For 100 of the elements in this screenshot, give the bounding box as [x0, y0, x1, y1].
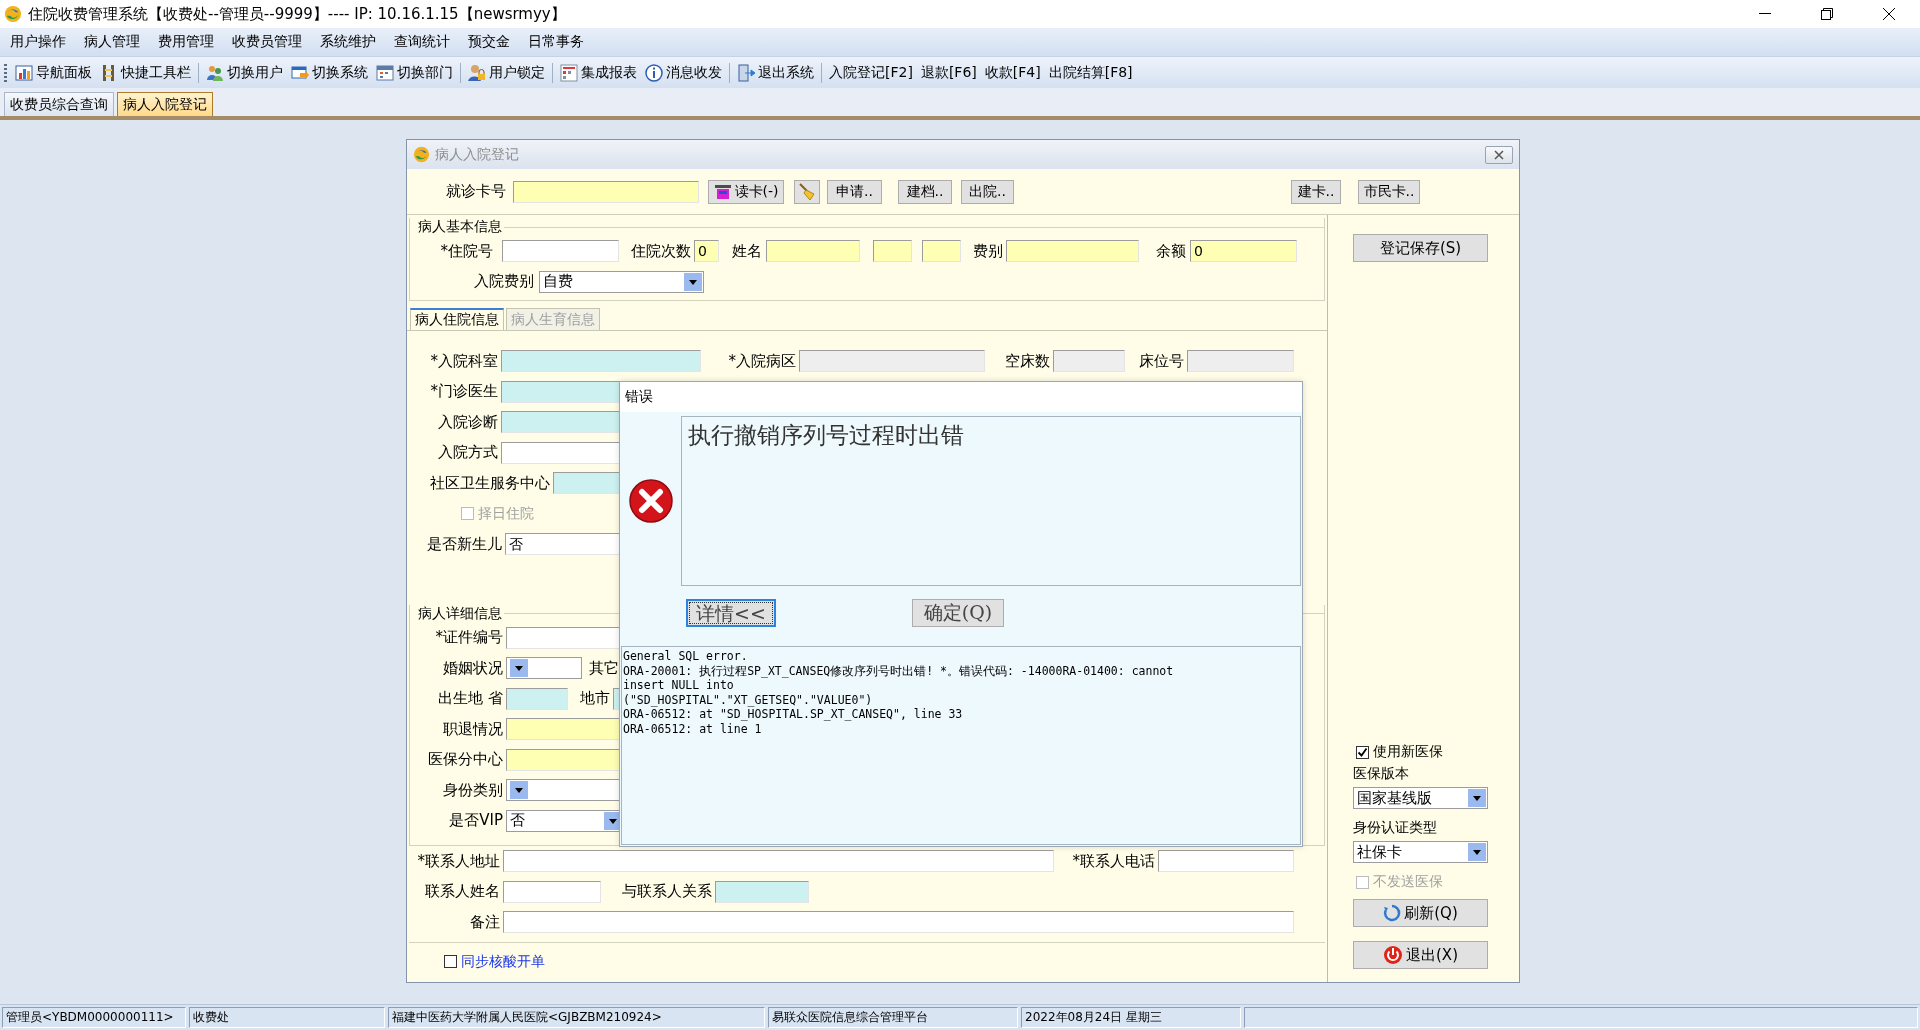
text-field[interactable]: [503, 850, 1054, 873]
text-field[interactable]: [1187, 350, 1294, 373]
button[interactable]: 建档..: [898, 179, 952, 204]
checkbox[interactable]: [444, 955, 457, 968]
menu-item[interactable]: 收费员管理: [223, 31, 311, 53]
error-message: 执行撤销序列号过程时出错: [688, 422, 964, 448]
dropdown-field[interactable]: 自费: [539, 270, 704, 293]
toolbar-button[interactable]: 切换系统: [287, 61, 372, 84]
field-label: 联系人姓名: [425, 882, 500, 902]
toolbar-button[interactable]: 导航面板: [11, 61, 96, 84]
text-field[interactable]: 0: [1190, 240, 1297, 263]
toolbar-button[interactable]: 退出系统: [733, 61, 818, 84]
field-label: 床位号: [1139, 351, 1184, 371]
menu-item[interactable]: 日常事务: [519, 31, 593, 53]
dialog-title: 错误: [620, 382, 1302, 412]
info-icon: [645, 63, 663, 82]
toolbar-button[interactable]: 快捷工具栏: [96, 61, 195, 84]
menu-item[interactable]: 查询统计: [385, 31, 459, 53]
field-label: 入院诊断: [438, 412, 498, 432]
error-detail-line: General SQL error.: [623, 649, 748, 664]
tab[interactable]: 病人住院信息: [410, 308, 504, 330]
button[interactable]: 读卡(-): [708, 179, 784, 204]
dialog-button[interactable]: 详情<<: [686, 599, 776, 627]
field-label: 住院次数: [631, 241, 691, 261]
document-tab[interactable]: 病人入院登记: [117, 92, 213, 116]
field-label: 出生地 省: [438, 689, 503, 709]
text-field[interactable]: [1158, 850, 1294, 873]
text-field[interactable]: [766, 240, 860, 263]
button[interactable]: 申请..: [827, 179, 882, 204]
toolbar-button[interactable]: 消息收发: [641, 61, 726, 84]
field-label: 婚姻状况: [443, 658, 503, 678]
menu-item[interactable]: 病人管理: [75, 31, 149, 53]
field-label: 入院费别: [474, 272, 534, 292]
refresh-icon: [1383, 904, 1402, 922]
text-field[interactable]: [799, 350, 985, 373]
text-field[interactable]: [922, 240, 961, 263]
field-label: *住院号: [440, 241, 493, 261]
close-icon: [1494, 149, 1504, 160]
text-field[interactable]: 0: [694, 240, 719, 263]
toolbar-button[interactable]: 集成报表: [556, 61, 641, 84]
menu-item[interactable]: 用户操作: [1, 31, 75, 53]
menu-item[interactable]: 系统维护: [311, 31, 385, 53]
field-label: 医保分中心: [428, 750, 503, 770]
clear-button[interactable]: [794, 179, 820, 204]
card-reader-icon: [713, 183, 732, 200]
button[interactable]: 出院..: [961, 179, 1014, 204]
field-label: 地市: [580, 689, 610, 709]
text-field[interactable]: [873, 240, 912, 263]
minimize-icon[interactable]: [1759, 13, 1771, 15]
toolbar-button[interactable]: 退款[F6]: [916, 61, 981, 84]
field-label: 医保版本: [1353, 765, 1410, 783]
error-detail-line: ORA-06512: at line 1: [623, 721, 762, 736]
dropdown-field[interactable]: 社保卡: [1353, 841, 1488, 863]
text-field[interactable]: [1006, 240, 1139, 263]
document-tab[interactable]: 收费员综合查询: [4, 92, 114, 116]
toolbar-button[interactable]: 用户锁定: [464, 61, 549, 84]
field-label: 身份类别: [443, 780, 503, 800]
text-field[interactable]: [503, 880, 601, 903]
power-icon: [1383, 945, 1403, 965]
status-field: 管理员<YBDM0000000111>: [2, 1007, 186, 1028]
field-label: 是否VIP: [449, 811, 503, 831]
field-label: 姓名: [732, 241, 762, 261]
text-field[interactable]: [715, 880, 809, 903]
dropdown-field[interactable]: [506, 657, 582, 680]
logo-icon: [4, 5, 22, 23]
field-label: 余额: [1156, 241, 1186, 261]
text-field[interactable]: [1053, 350, 1125, 373]
checkbox-label: 使用新医保: [1373, 743, 1443, 761]
toolbar-button[interactable]: 收款[F4]: [980, 61, 1045, 84]
button[interactable]: 市民卡..: [1358, 179, 1420, 204]
exit-button[interactable]: 退出(X): [1353, 941, 1488, 969]
toolbar-button[interactable]: 出院结算[F8]: [1044, 61, 1137, 84]
text-field[interactable]: [501, 350, 701, 373]
toolbar-button[interactable]: 入院登记[F2]: [825, 61, 917, 84]
dialog-button[interactable]: 确定(Q): [912, 599, 1004, 627]
text-field[interactable]: [506, 687, 568, 710]
toolbar-button[interactable]: 切换部门: [372, 61, 457, 84]
error-detail-line: ORA-06512: at "SD_HOSPITAL.SP_XT_CANSEQ", line 33: [623, 707, 963, 722]
link[interactable]: 同步核酸开单: [461, 952, 545, 971]
field-label: *证件编号: [435, 628, 503, 648]
window-arrow-icon: [291, 63, 309, 82]
toolbar-button[interactable]: 切换用户: [202, 61, 287, 84]
checkbox[interactable]: [1356, 745, 1369, 759]
button[interactable]: 建卡..: [1291, 179, 1341, 204]
text-field[interactable]: [502, 240, 619, 263]
close-button[interactable]: [1485, 145, 1513, 164]
broom-icon: [797, 182, 817, 201]
restore-icon[interactable]: [1821, 8, 1833, 20]
text-field[interactable]: [503, 911, 1294, 934]
text-field[interactable]: [513, 180, 699, 203]
save-button[interactable]: 登记保存(S): [1353, 234, 1488, 262]
refresh-button[interactable]: 刷新(Q): [1353, 899, 1488, 927]
field-label: 就诊卡号: [446, 182, 506, 201]
field-label: 与联系人关系: [622, 882, 712, 902]
close-icon[interactable]: [1883, 8, 1895, 20]
window-title: 病人入院登记: [435, 145, 519, 164]
menu-item[interactable]: 费用管理: [149, 31, 223, 53]
dropdown-field[interactable]: 国家基线版: [1353, 787, 1488, 809]
status-field: 易联众医院信息综合管理平台: [768, 1007, 1018, 1028]
menu-item[interactable]: 预交金: [459, 31, 519, 53]
